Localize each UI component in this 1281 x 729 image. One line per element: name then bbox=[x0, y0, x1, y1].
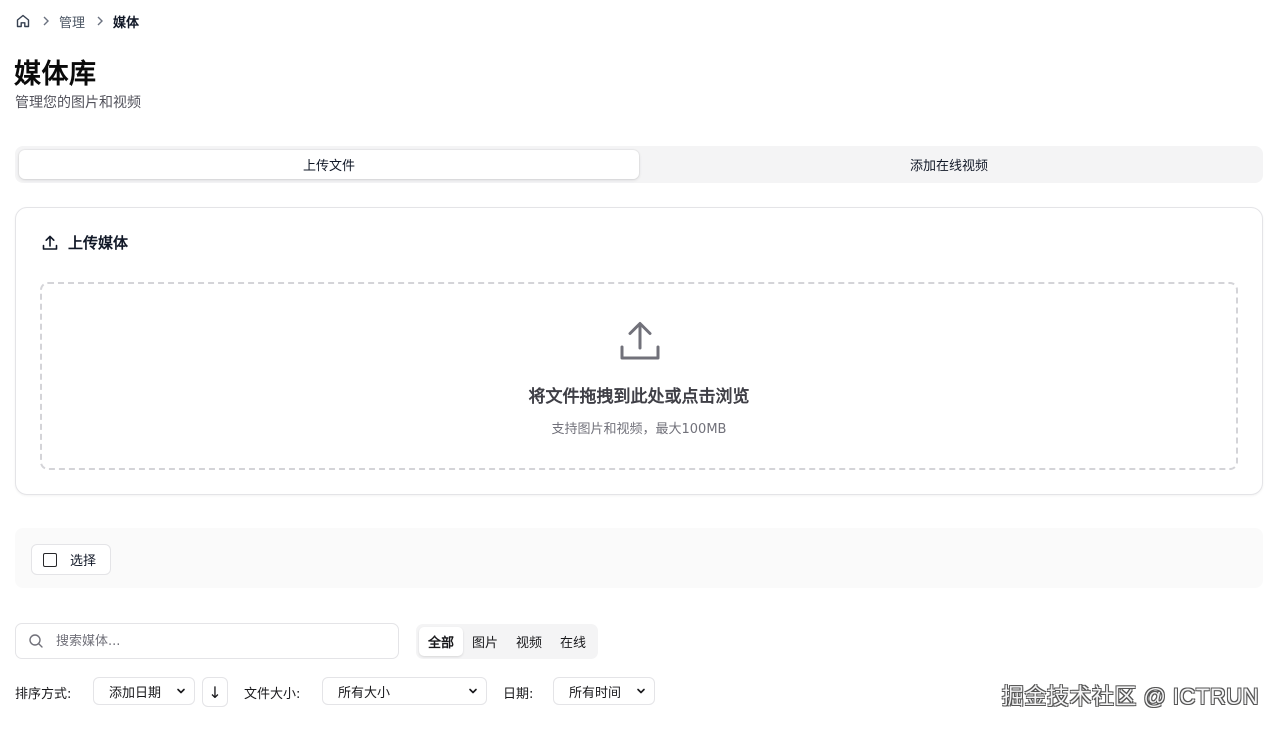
chevron-down-icon bbox=[636, 686, 646, 696]
sort-select[interactable]: 添加日期 bbox=[93, 677, 195, 705]
media-type-filter: 全部 图片 视频 在线 bbox=[416, 624, 599, 659]
date-label: 日期: bbox=[503, 687, 534, 702]
date-select-value: 所有时间 bbox=[569, 685, 622, 701]
breadcrumb-item-media: 媒体 bbox=[113, 15, 140, 31]
checkbox-icon bbox=[43, 552, 57, 567]
sort-select-value: 添加日期 bbox=[109, 685, 162, 701]
page-subtitle: 管理您的图片和视频 bbox=[15, 95, 141, 111]
chevron-right-icon bbox=[93, 14, 107, 28]
upload-icon bbox=[40, 233, 60, 253]
dropzone-title: 将文件拖拽到此处或点击浏览 bbox=[528, 387, 750, 407]
file-size-select[interactable]: 所有大小 bbox=[322, 677, 487, 705]
upload-icon bbox=[617, 318, 663, 364]
dropzone-hint: 支持图片和视频，最大100MB bbox=[551, 422, 727, 437]
media-library-page: 管理 媒体 媒体库 管理您的图片和视频 上传文件 添加在线视频 上传媒体 将文件… bbox=[0, 0, 1281, 729]
chevron-right-icon bbox=[39, 14, 53, 28]
filter-all-button[interactable]: 全部 bbox=[419, 627, 464, 656]
file-size-label: 文件大小: bbox=[244, 687, 301, 702]
upload-tabs: 上传文件 添加在线视频 bbox=[15, 146, 1263, 183]
search-input[interactable] bbox=[56, 633, 376, 649]
tab-add-online-video[interactable]: 添加在线视频 bbox=[639, 150, 1259, 179]
filter-online-button[interactable]: 在线 bbox=[551, 627, 595, 656]
selection-toolbar: 选择 bbox=[15, 528, 1263, 588]
date-select[interactable]: 所有时间 bbox=[553, 677, 655, 705]
page-title: 媒体库 bbox=[14, 59, 97, 90]
select-mode-button[interactable]: 选择 bbox=[31, 544, 111, 575]
filter-images-button[interactable]: 图片 bbox=[463, 627, 507, 656]
sort-direction-button[interactable]: ↓ bbox=[202, 677, 228, 707]
file-size-select-value: 所有大小 bbox=[338, 685, 391, 701]
watermark: 掘金技术社区 @ ICTRUN bbox=[1001, 684, 1259, 709]
chevron-down-icon bbox=[176, 686, 186, 696]
search-box bbox=[15, 623, 399, 659]
breadcrumb: 管理 媒体 bbox=[15, 11, 139, 31]
filter-videos-button[interactable]: 视频 bbox=[507, 627, 551, 656]
breadcrumb-item-manage[interactable]: 管理 bbox=[59, 12, 85, 31]
chevron-down-icon bbox=[468, 686, 478, 696]
tab-upload-file[interactable]: 上传文件 bbox=[19, 150, 639, 179]
file-dropzone[interactable]: 将文件拖拽到此处或点击浏览 支持图片和视频，最大100MB bbox=[40, 282, 1238, 470]
upload-card-header: 上传媒体 bbox=[40, 232, 128, 253]
upload-card: 上传媒体 将文件拖拽到此处或点击浏览 支持图片和视频，最大100MB bbox=[15, 207, 1263, 495]
upload-card-title: 上传媒体 bbox=[68, 234, 129, 252]
select-button-label: 选择 bbox=[70, 554, 97, 569]
home-icon[interactable] bbox=[15, 13, 31, 29]
sort-label: 排序方式: bbox=[15, 687, 72, 702]
search-icon bbox=[28, 633, 44, 649]
